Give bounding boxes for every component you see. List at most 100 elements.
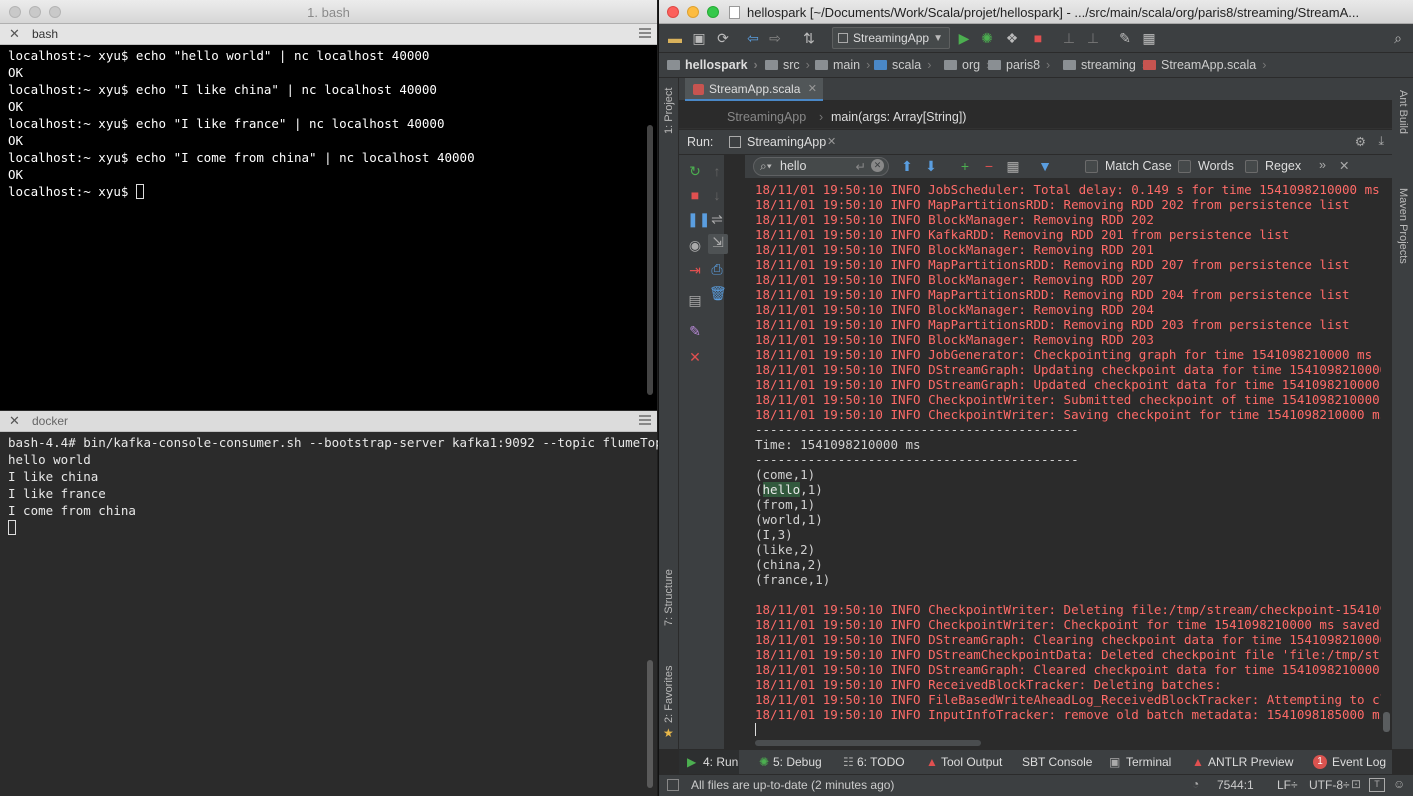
terminal-pane-tab-docker[interactable]: ✕ docker xyxy=(0,411,657,432)
build-icon[interactable]: ⇅ xyxy=(801,30,817,46)
breadcrumb-project[interactable]: hellospark › xyxy=(667,58,758,72)
hide-panel-icon[interactable]: ⤓ xyxy=(1378,134,1384,149)
exit-icon[interactable]: ⇥ xyxy=(687,262,703,278)
hector-icon[interactable]: ☺ xyxy=(1393,777,1405,791)
remove-selection-icon[interactable]: − xyxy=(981,158,997,174)
coverage-icon[interactable]: ❖ xyxy=(1004,30,1020,46)
breadcrumb-streaming[interactable]: streaming› xyxy=(1063,58,1146,72)
search-icon[interactable]: ⌕ xyxy=(1390,30,1406,46)
breadcrumb-scala[interactable]: scala › xyxy=(874,58,931,72)
settings-icon[interactable]: ✎ xyxy=(1117,30,1133,46)
terminal-icon: ▣ xyxy=(1109,755,1121,769)
breadcrumb-org[interactable]: org› xyxy=(944,58,990,72)
tab-sbt-console[interactable]: SBT Console xyxy=(1022,755,1092,769)
tab-antlr-preview[interactable]: ANTLR Preview xyxy=(1208,755,1293,769)
tool-window-structure[interactable]: 7: Structure xyxy=(663,569,675,626)
back-icon[interactable]: ⇦ xyxy=(745,30,761,46)
arrow-down-icon[interactable]: ↓ xyxy=(709,187,725,203)
close-icon[interactable]: ✕ xyxy=(9,413,20,429)
layout-icon[interactable]: ▤ xyxy=(687,292,703,308)
scrollbar[interactable] xyxy=(647,660,653,788)
pause-icon[interactable]: ❚❚ xyxy=(687,211,710,227)
vcs-commit-icon[interactable]: ⊥ xyxy=(1085,30,1101,46)
file-encoding[interactable]: UTF-8÷ xyxy=(1309,778,1350,792)
forward-icon[interactable]: ⇨ xyxy=(767,30,783,46)
regex-checkbox[interactable] xyxy=(1245,160,1258,173)
previous-occurrence-icon[interactable]: ⬆ xyxy=(899,158,915,174)
save-icon[interactable]: ▣ xyxy=(691,30,707,46)
tab-debug[interactable]: 5: Debug xyxy=(773,755,822,769)
tool-window-favorites[interactable]: 2: Favorites xyxy=(663,666,675,723)
run-tab-streamingapp[interactable]: StreamingApp xyxy=(747,135,826,149)
close-window-button[interactable] xyxy=(667,6,679,18)
search-value: hello xyxy=(780,159,807,173)
arrow-up-icon[interactable]: ↑ xyxy=(709,163,725,179)
run-configuration-select[interactable]: StreamingApp ▼ xyxy=(832,27,950,49)
breadcrumb-src[interactable]: src › xyxy=(765,58,810,72)
tab-todo[interactable]: 6: TODO xyxy=(857,755,905,769)
minimize-window-button[interactable] xyxy=(687,6,699,18)
clear-icon[interactable]: ✕ xyxy=(871,159,884,172)
vcs-update-icon[interactable]: ⊥ xyxy=(1061,30,1077,46)
terminal-pane-tab-bash[interactable]: ✕ bash xyxy=(0,24,657,45)
close-icon[interactable]: ✕ xyxy=(687,349,703,365)
debug-icon[interactable]: ✺ xyxy=(979,30,995,46)
stop-icon[interactable]: ■ xyxy=(687,187,703,203)
tool-windows-icon[interactable] xyxy=(667,779,679,791)
menu-icon[interactable] xyxy=(639,415,651,425)
project-structure-icon[interactable]: ▦ xyxy=(1141,30,1157,46)
tool-window-ant-build[interactable]: Ant Build xyxy=(1397,90,1409,134)
gear-icon[interactable]: ⚙ xyxy=(1355,134,1366,149)
todo-icon: ☷ xyxy=(843,755,854,769)
tab-run[interactable]: 4: Run xyxy=(703,755,738,769)
next-occurrence-icon[interactable]: ⬇ xyxy=(923,158,939,174)
add-selection-icon[interactable]: + xyxy=(957,158,973,174)
tool-window-maven-projects[interactable]: Maven Projects xyxy=(1397,188,1409,264)
menu-icon[interactable] xyxy=(639,28,651,38)
soft-wrap-icon[interactable]: ⇌ xyxy=(709,211,725,227)
terminal-pane-bash[interactable]: localhost:~ xyu$ echo "hello world" | nc… xyxy=(0,45,657,410)
git-icon[interactable]: T xyxy=(1369,778,1385,792)
dump-threads-icon[interactable]: ◉ xyxy=(687,237,703,253)
select-all-icon[interactable]: ▦ xyxy=(1005,158,1021,174)
close-icon[interactable]: ✕ xyxy=(827,135,836,148)
terminal-pane-docker[interactable]: bash-4.4# bin/kafka-console-consumer.sh … xyxy=(0,432,678,796)
close-icon[interactable]: ✕ xyxy=(9,26,20,42)
tab-tool-output[interactable]: Tool Output xyxy=(941,755,1002,769)
more-options-icon[interactable]: » xyxy=(1319,158,1326,172)
pin-icon[interactable]: ✎ xyxy=(687,323,703,339)
search-input[interactable]: ⌕▾ hello ↵ ✕ xyxy=(753,157,889,176)
line-separator[interactable]: LF÷ xyxy=(1277,778,1298,792)
print-icon[interactable]: ⎙ xyxy=(709,261,725,277)
sync-icon[interactable]: ⟳ xyxy=(715,30,731,46)
caret-position[interactable]: 7544:1 xyxy=(1217,778,1254,792)
run-icon[interactable]: ▶ xyxy=(956,30,972,46)
open-folder-icon[interactable]: ▬ xyxy=(667,30,683,46)
scroll-to-end-icon[interactable]: ⇲ xyxy=(708,234,728,254)
breadcrumb-file[interactable]: StreamApp.scala › xyxy=(1143,58,1266,72)
tool-window-project[interactable]: 1: Project xyxy=(663,88,675,134)
rerun-icon[interactable]: ↻ xyxy=(687,163,703,179)
scrollbar[interactable] xyxy=(1383,712,1390,732)
stop-icon[interactable]: ■ xyxy=(1030,30,1046,46)
scrollbar[interactable] xyxy=(647,125,653,395)
filter-icon[interactable]: ▼ xyxy=(1037,158,1053,174)
terminal-line: I like france xyxy=(8,486,106,501)
words-checkbox[interactable] xyxy=(1178,160,1191,173)
tab-event-log[interactable]: Event Log xyxy=(1332,755,1386,769)
match-case-checkbox[interactable] xyxy=(1085,160,1098,173)
zoom-window-button[interactable] xyxy=(707,6,719,18)
editor-tab-streamapp[interactable]: StreamApp.scala ✕ xyxy=(685,78,823,101)
breadcrumb-paris8[interactable]: paris8 › xyxy=(988,58,1050,72)
breadcrumb-main[interactable]: main › xyxy=(815,58,870,72)
inspection-icon[interactable]: ◔ xyxy=(1192,777,1199,791)
horizontal-scrollbar[interactable] xyxy=(755,740,981,746)
tab-terminal[interactable]: Terminal xyxy=(1126,755,1171,769)
lock-icon[interactable]: ⊡ xyxy=(1351,777,1361,791)
run-console-output[interactable]: 18/11/01 19:50:10 INFO JobScheduler: Tot… xyxy=(745,179,1381,749)
editor-method-crumb[interactable]: main(args: Array[String]) xyxy=(831,110,966,124)
close-icon[interactable]: ✕ xyxy=(808,82,817,95)
close-search-icon[interactable]: ✕ xyxy=(1339,158,1349,173)
editor-object-crumb[interactable]: StreamingApp xyxy=(727,110,806,124)
trash-icon[interactable]: 🗑 xyxy=(709,285,727,301)
